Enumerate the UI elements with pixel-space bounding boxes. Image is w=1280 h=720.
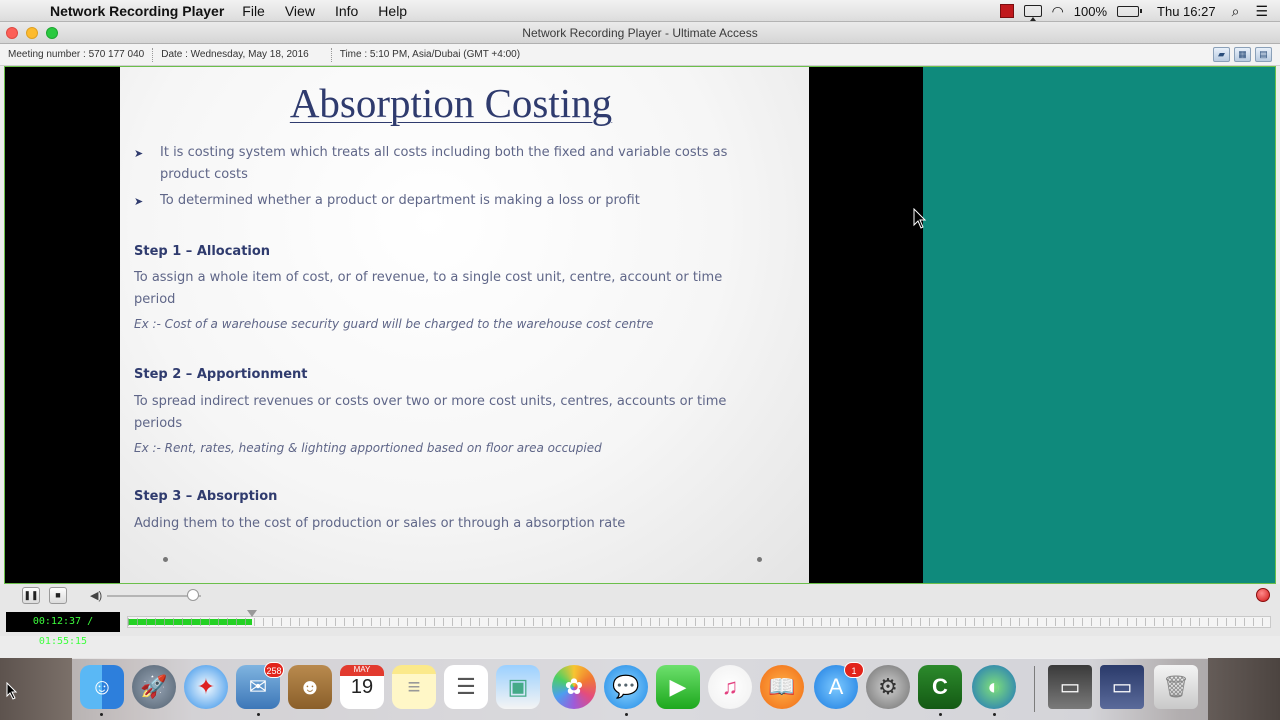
video-icon[interactable]: ▰	[1213, 47, 1230, 62]
record-indicator-icon[interactable]	[1256, 588, 1270, 602]
documents-stack-icon[interactable]: ▭	[1100, 665, 1144, 709]
system-preferences-icon[interactable]: ⚙	[866, 665, 910, 709]
step-heading: Step 3 – Absorption	[134, 489, 278, 504]
secondary-cursor-icon	[6, 682, 18, 700]
notes-icon[interactable]: ≡	[392, 665, 436, 709]
battery-percent: 100%	[1073, 3, 1108, 19]
view-tools: ▰ ▦ ▤	[1213, 47, 1272, 62]
app-store-badge: 1	[844, 662, 864, 678]
finder-icon[interactable]: ☺	[80, 665, 124, 709]
step-text: Adding them to the cost of production or…	[134, 516, 626, 531]
facetime-icon[interactable]: ▶	[656, 665, 700, 709]
step-heading: Step 2 – Apportionment	[134, 367, 308, 382]
trash-icon[interactable]: 🗑	[1154, 665, 1198, 709]
step-text: To spread indirect revenues or costs ove…	[134, 394, 727, 409]
playback-controls: ❚❚ ■ ◀) 00:12:37 / 01:55:15	[0, 584, 1280, 647]
calendar-month: MAY	[340, 665, 384, 676]
itunes-icon[interactable]: ♫	[708, 665, 752, 709]
timeline-scrubber[interactable]	[127, 610, 1271, 628]
camtasia-icon[interactable]: C	[918, 665, 962, 709]
timeline-ticks	[128, 618, 1270, 626]
volume-knob[interactable]	[187, 589, 200, 601]
recording-status-icon[interactable]	[999, 4, 1014, 18]
slide-dot	[757, 557, 762, 562]
photos-icon[interactable]: ✿	[552, 665, 596, 709]
stop-button[interactable]: ■	[49, 587, 67, 604]
battery-icon[interactable]	[1117, 5, 1143, 17]
title-bar: Network Recording Player - Ultimate Acce…	[0, 22, 1280, 44]
dock-separator	[1034, 666, 1035, 712]
side-panel	[923, 67, 1275, 583]
recording-viewport: Absorption Costing ➤ It is costing syste…	[4, 66, 1276, 584]
time-display: 00:12:37 / 01:55:15	[6, 612, 120, 647]
spotlight-search-icon[interactable]: ⌕	[1232, 3, 1240, 20]
notification-center-icon[interactable]: ☰	[1255, 3, 1268, 20]
participants-icon[interactable]: ▦	[1234, 47, 1251, 62]
bullet-arrow-icon: ➤	[134, 148, 144, 160]
dock: ☺ 🚀 ✦ ✉ 258 ☻ MAY 19 ≡ ☰ ▣ ✿ 💬 ▶ ♫ 📖 A 1…	[0, 658, 1280, 720]
downloads-stack-icon[interactable]: ▭	[1048, 665, 1092, 709]
bullet-text: To determined whether a product or depar…	[160, 193, 640, 208]
slide-title: Absorption Costing	[289, 80, 613, 126]
step-example: Ex :- Cost of a warehouse security guard…	[134, 317, 654, 331]
mouse-cursor-icon	[913, 208, 927, 229]
messages-icon[interactable]: 💬	[604, 665, 648, 709]
bullet-text: It is costing system which treats all co…	[160, 145, 728, 160]
window-title: Network Recording Player - Ultimate Acce…	[522, 26, 758, 40]
safari-icon[interactable]: ✦	[184, 665, 228, 709]
meeting-date: Date : Wednesday, May 18, 2016	[153, 47, 332, 62]
clock[interactable]: Thu 16:27	[1157, 4, 1216, 19]
meeting-info-bar: Meeting number : 570 177 040 Date : Wedn…	[0, 44, 1280, 66]
presentation-slide: Absorption Costing ➤ It is costing syste…	[120, 67, 809, 583]
meeting-number: Meeting number : 570 177 040	[0, 47, 154, 62]
menu-help[interactable]: Help	[378, 3, 407, 19]
airplay-icon[interactable]	[1023, 5, 1042, 21]
step-example: Ex :- Rent, rates, heating & lighting ap…	[134, 441, 602, 455]
app-menu[interactable]: Network Recording Player	[50, 3, 224, 19]
menu-info[interactable]: Info	[335, 3, 358, 19]
pause-button[interactable]: ❚❚	[22, 587, 40, 604]
playhead-handle[interactable]	[247, 610, 258, 617]
menu-bar: Network Recording Player File View Info …	[0, 0, 1280, 22]
bullet-arrow-icon: ➤	[134, 196, 144, 208]
ibooks-icon[interactable]: 📖	[760, 665, 804, 709]
status-tray: ◠ 100% Thu 16:27 ⌕ ☰	[999, 0, 1280, 22]
step-heading: Step 1 – Allocation	[134, 244, 271, 259]
bullet-text: product costs	[160, 167, 248, 182]
chat-icon[interactable]: ▤	[1255, 47, 1272, 62]
wifi-icon[interactable]: ◠	[1052, 3, 1064, 20]
mail-badge: 258	[264, 662, 284, 678]
menu-view[interactable]: View	[285, 3, 315, 19]
slide-dot	[163, 557, 168, 562]
volume-icon[interactable]: ◀)	[90, 589, 102, 602]
step-text: periods	[134, 416, 183, 431]
calendar-day: 19	[350, 676, 374, 698]
contacts-icon[interactable]: ☻	[288, 665, 332, 709]
preview-icon[interactable]: ▣	[496, 665, 540, 709]
step-text: To assign a whole item of cost, or of re…	[134, 270, 723, 285]
reminders-icon[interactable]: ☰	[444, 665, 488, 709]
calendar-icon[interactable]: MAY 19	[340, 665, 384, 709]
step-text: period	[134, 292, 176, 307]
meeting-time: Time : 5:10 PM, Asia/Dubai (GMT +4:00)	[339, 48, 521, 60]
network-recording-player-icon[interactable]: ◐	[972, 665, 1016, 709]
launchpad-icon[interactable]: 🚀	[132, 665, 176, 709]
menu-file[interactable]: File	[242, 3, 265, 19]
